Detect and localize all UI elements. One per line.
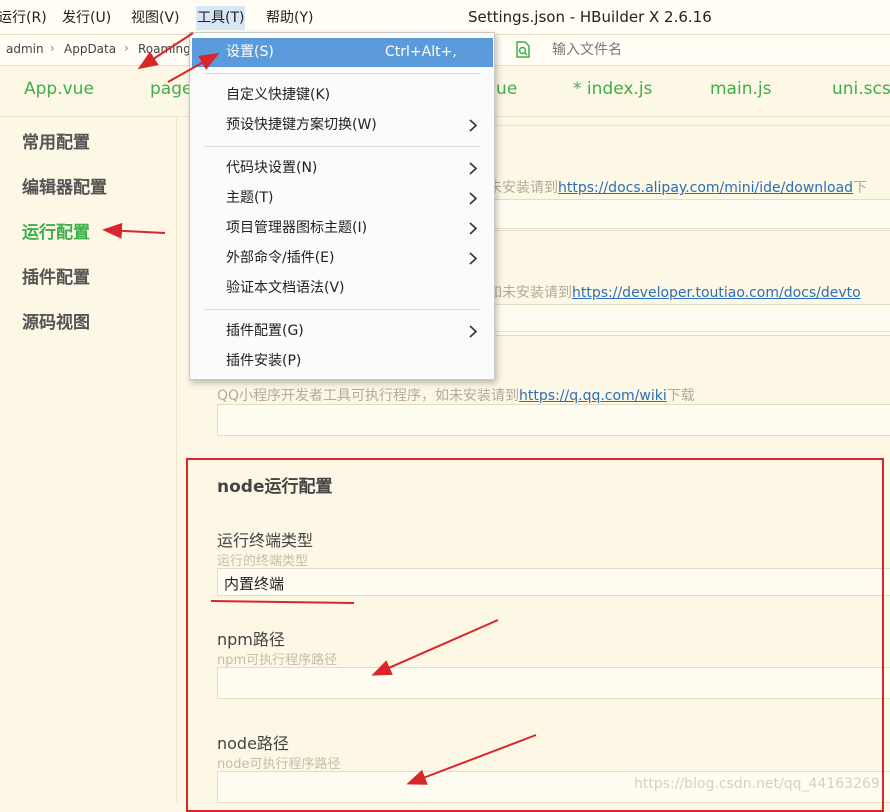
qq-path-field[interactable] [217,404,890,436]
chevron-right-icon [469,252,478,265]
menu-item-label: 项目管理器图标主题(I) [226,220,368,236]
breadcrumb-separator: › [124,41,129,55]
menu-item-snippets[interactable]: 代码块设置(N) [190,154,494,183]
menu-separator [204,146,480,147]
sidebar-item-general[interactable]: 常用配置 [22,128,90,153]
tab-page[interactable]: page [150,79,192,99]
breadcrumb-item[interactable]: admin [6,42,44,56]
window-title: Settings.json - HBuilder X 2.6.16 [468,8,712,26]
file-search-icon[interactable] [514,41,532,59]
sidebar-item-plugins[interactable]: 插件配置 [22,263,90,288]
menu-tools[interactable]: 工具(T) [196,6,246,30]
settings-sidebar: 常用配置 编辑器配置 运行配置 插件配置 源码视图 [0,117,177,803]
menu-item-validate-syntax[interactable]: 验证本文档语法(V) [190,274,494,303]
tab-index-js[interactable]: * index.js [573,79,652,99]
tab-app-vue[interactable]: App.vue [24,79,94,99]
breadcrumb-separator: › [50,41,55,55]
menu-item-label: 代码块设置(N) [226,160,318,176]
menu-item-keymap-scheme[interactable]: 预设快捷键方案切换(W) [190,111,494,140]
menu-publish[interactable]: 发行(U) [61,6,112,30]
menu-item-external-commands[interactable]: 外部命令/插件(E) [190,244,494,273]
qq-desc-suffix: 下载 [666,388,695,404]
sidebar-item-run[interactable]: 运行配置 [22,218,90,243]
menu-item-shortcut: Ctrl+Alt+, [385,44,457,60]
chevron-right-icon [469,222,478,235]
menu-item-label: 自定义快捷键(K) [226,87,331,103]
tools-menu: 设置(S) Ctrl+Alt+, 自定义快捷键(K) 预设快捷键方案切换(W) … [189,32,495,380]
file-search-input[interactable] [552,41,852,59]
chevron-right-icon [469,325,478,338]
watermark: https://blog.csdn.net/qq_44163269 [634,776,880,792]
tab-main-js[interactable]: main.js [710,79,771,99]
menu-item-theme[interactable]: 主题(T) [190,184,494,213]
qq-download-link[interactable]: https://q.qq.com/wiki [519,388,667,404]
chevron-right-icon [469,162,478,175]
menu-help[interactable]: 帮助(Y) [265,6,314,30]
menu-view[interactable]: 视图(V) [130,6,181,30]
menu-item-icon-theme[interactable]: 项目管理器图标主题(I) [190,214,494,243]
menu-item-label: 主题(T) [226,190,274,206]
annotation-frame [186,458,884,812]
chevron-right-icon [469,119,478,132]
tab-uni-scss[interactable]: uni.scss [832,79,890,99]
alipay-description: 未安装请到https://docs.alipay.com/mini/ide/do… [488,177,867,197]
menu-item-plugin-install[interactable]: 插件安装(P) [190,347,494,376]
sidebar-item-editor[interactable]: 编辑器配置 [22,173,107,198]
menu-separator [204,73,480,74]
toutiao-download-link[interactable]: https://developer.toutiao.com/docs/devto [572,285,861,301]
toutiao-description: 如未安装请到https://developer.toutiao.com/docs… [488,282,861,302]
toutiao-desc-prefix: 如未安装请到 [488,285,572,301]
menu-item-custom-shortcuts[interactable]: 自定义快捷键(K) [190,81,494,110]
alipay-desc-suffix: 下 [853,180,868,196]
menu-separator [204,309,480,310]
menu-item-label: 外部命令/插件(E) [226,250,335,266]
menu-item-label: 插件配置(G) [226,323,304,339]
menu-run[interactable]: 运行(R) [0,6,48,30]
breadcrumb-item[interactable]: Roaming [138,42,191,56]
alipay-download-link[interactable]: https://docs.alipay.com/mini/ide/downloa… [558,180,853,196]
menu-item-plugin-config[interactable]: 插件配置(G) [190,317,494,346]
menu-item-label: 插件安装(P) [226,353,302,369]
sidebar-item-source[interactable]: 源码视图 [22,308,90,333]
qq-description: QQ小程序开发者工具可执行程序，如未安装请到https://q.qq.com/w… [217,385,695,405]
menu-item-settings[interactable]: 设置(S) Ctrl+Alt+, [192,38,493,67]
chevron-right-icon [469,192,478,205]
menubar: 运行(R) 发行(U) 视图(V) 工具(T) 帮助(Y) Settings.j… [0,0,890,35]
menu-item-label: 预设快捷键方案切换(W) [226,117,377,133]
alipay-desc-prefix: 未安装请到 [488,180,558,196]
menu-item-label: 验证本文档语法(V) [226,280,345,296]
qq-desc-prefix: QQ小程序开发者工具可执行程序，如未安装请到 [217,388,520,404]
menu-item-label: 设置(S) [226,44,274,60]
breadcrumb-item[interactable]: AppData [64,42,116,56]
